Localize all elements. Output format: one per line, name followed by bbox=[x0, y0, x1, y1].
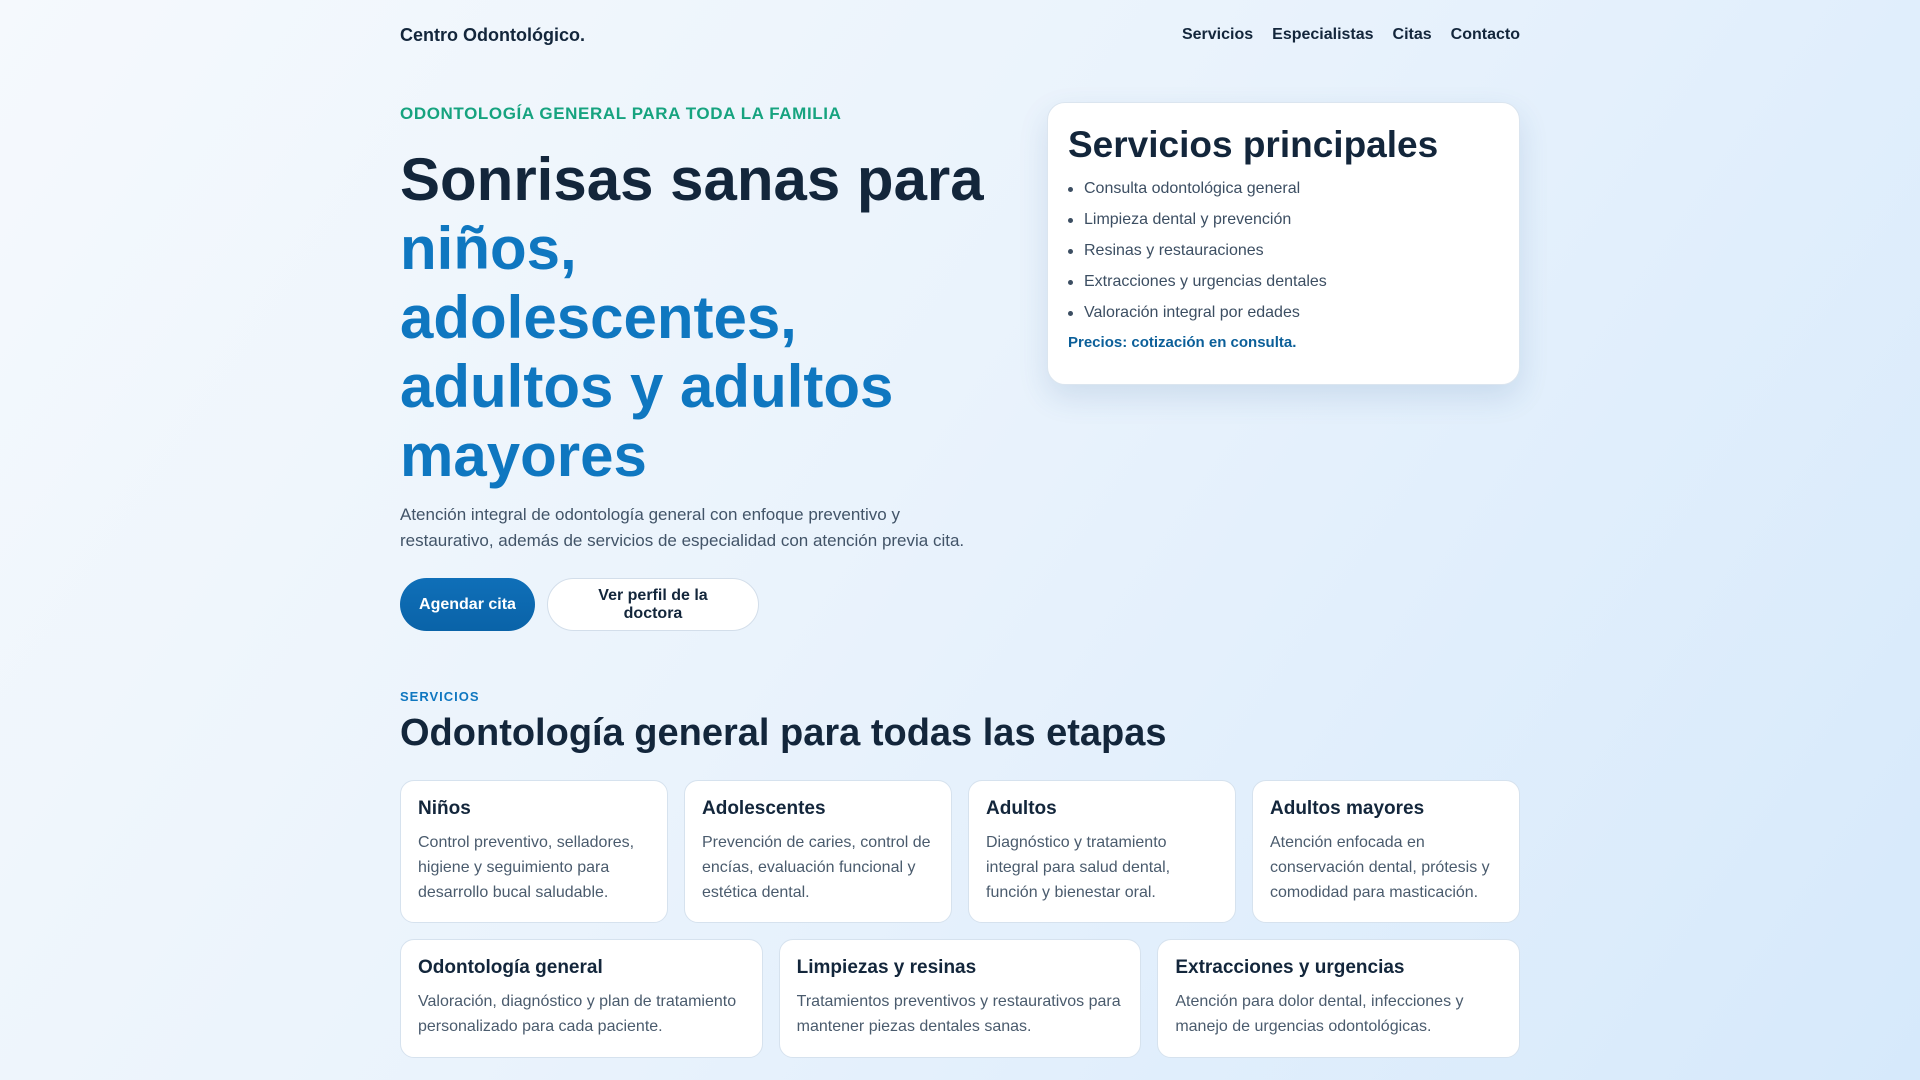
nav-contacto[interactable]: Contacto bbox=[1451, 26, 1520, 44]
hero-description: Atención integral de odontología general… bbox=[400, 505, 965, 550]
brand-logo[interactable]: Centro Odontológico. bbox=[400, 25, 585, 46]
service-card-text: Atención enfocada en conservación dental… bbox=[1270, 834, 1490, 901]
service-card-text: Tratamientos preventivos y restaurativos… bbox=[796, 993, 1121, 1035]
list-item: Valoración integral por edades bbox=[1068, 297, 1499, 328]
hero-title: Sonrisas sanas para niños, adolescentes,… bbox=[400, 145, 990, 490]
hero-title-highlight-2: adultos y adultos bbox=[400, 353, 894, 420]
service-card-text: Control preventivo, selladores, higiene … bbox=[418, 834, 635, 901]
hero-section: ODONTOLOGÍA GENERAL PARA TODA LA FAMILIA… bbox=[400, 104, 990, 631]
hero-title-plain: Sonrisas sanas para bbox=[400, 146, 984, 213]
service-card-extracciones-urgencias: Extracciones y urgencias Atención para d… bbox=[1157, 939, 1520, 1058]
hero-cta-row: Agendar cita Ver perfil de la doctora bbox=[400, 578, 990, 631]
hero-eyebrow: ODONTOLOGÍA GENERAL PARA TODA LA FAMILIA bbox=[400, 104, 842, 123]
main-services-card: Servicios principales Consulta odontológ… bbox=[1047, 102, 1520, 385]
service-card-text: Prevención de caries, control de encías,… bbox=[702, 834, 931, 901]
schedule-appointment-button[interactable]: Agendar cita bbox=[400, 578, 535, 631]
price-note: Precios: cotización en consulta. bbox=[1068, 334, 1297, 351]
list-item: Consulta odontológica general bbox=[1068, 173, 1499, 204]
card-service-list: Consulta odontológica general Limpieza d… bbox=[1068, 173, 1499, 328]
service-card-title: Niños bbox=[418, 798, 471, 819]
hero-title-highlight-1: niños, adolescentes, bbox=[400, 215, 797, 351]
site-header: Centro Odontológico. Servicios Especiali… bbox=[400, 0, 1520, 70]
list-item: Limpieza dental y prevención bbox=[1068, 204, 1499, 235]
main-nav: Servicios Especialistas Citas Contacto bbox=[1182, 26, 1520, 44]
service-card-text: Diagnóstico y tratamiento integral para … bbox=[986, 834, 1171, 901]
service-card-text: Valoración, diagnóstico y plan de tratam… bbox=[418, 993, 737, 1035]
list-item: Resinas y restauraciones bbox=[1068, 235, 1499, 266]
services-grid-treatments: Odontología general Valoración, diagnóst… bbox=[400, 939, 1520, 1058]
services-grid-ages: Niños Control preventivo, selladores, hi… bbox=[400, 780, 1520, 923]
service-card-adultos: Adultos Diagnóstico y tratamiento integr… bbox=[968, 780, 1236, 923]
service-card-text: Atención para dolor dental, infecciones … bbox=[1175, 993, 1464, 1035]
service-card-title: Adultos mayores bbox=[1270, 798, 1425, 819]
nav-citas[interactable]: Citas bbox=[1393, 26, 1432, 44]
nav-especialistas[interactable]: Especialistas bbox=[1272, 26, 1373, 44]
service-card-title: Adolescentes bbox=[702, 798, 826, 819]
services-eyebrow: SERVICIOS bbox=[400, 689, 480, 704]
services-title: Odontología general para todas las etapa… bbox=[400, 712, 1167, 754]
service-card-title: Adultos bbox=[986, 798, 1057, 819]
service-card-limpiezas-resinas: Limpiezas y resinas Tratamientos prevent… bbox=[778, 939, 1142, 1058]
service-card-title: Extracciones y urgencias bbox=[1175, 957, 1405, 978]
service-card-ninos: Niños Control preventivo, selladores, hi… bbox=[400, 780, 668, 923]
service-card-adolescentes: Adolescentes Prevención de caries, contr… bbox=[684, 780, 952, 923]
card-title: Servicios principales bbox=[1068, 124, 1439, 165]
nav-servicios[interactable]: Servicios bbox=[1182, 26, 1253, 44]
hero-title-highlight-3: mayores bbox=[400, 422, 647, 489]
service-card-odontologia-general: Odontología general Valoración, diagnóst… bbox=[400, 939, 763, 1058]
service-card-title: Odontología general bbox=[418, 957, 603, 978]
service-card-title: Limpiezas y resinas bbox=[796, 957, 977, 978]
service-card-adultos-mayores: Adultos mayores Atención enfocada en con… bbox=[1252, 780, 1520, 923]
doctor-profile-button[interactable]: Ver perfil de la doctora bbox=[547, 578, 759, 631]
list-item: Extracciones y urgencias dentales bbox=[1068, 266, 1499, 297]
